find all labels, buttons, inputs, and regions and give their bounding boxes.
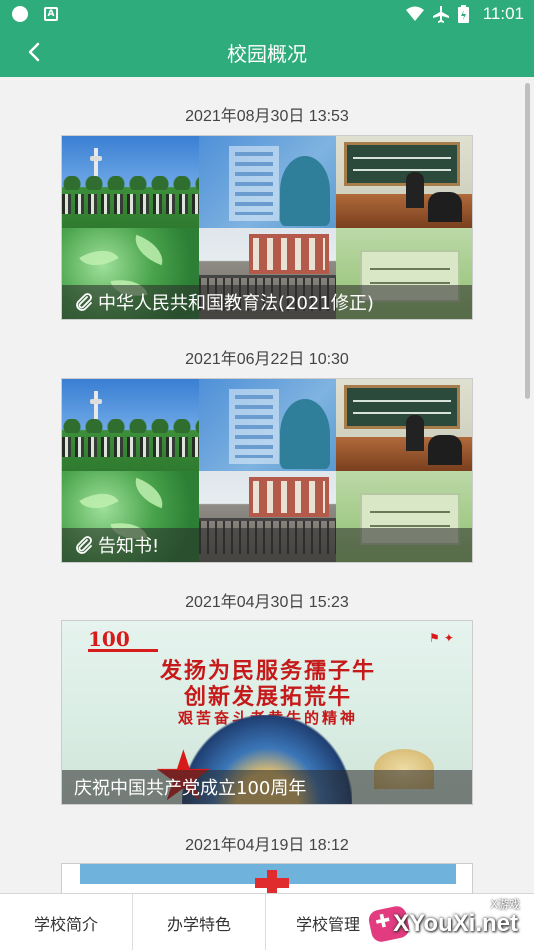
red-cross-icon: [255, 870, 289, 893]
photo-classroom: [336, 379, 472, 471]
post-date: 2021年08月30日 13:53: [185, 108, 349, 125]
news-caption: 庆祝中国共产党成立100周年: [62, 770, 472, 804]
post-date: 2021年04月30日 15:23: [185, 594, 349, 611]
post-date: 2021年06月22日 10:30: [185, 351, 349, 368]
news-feed[interactable]: 2021年08月30日 13:53 中华人民共和国教育法(2021修正) 202…: [0, 77, 534, 893]
news-title: 庆祝中国共产党成立100周年: [74, 778, 307, 799]
wifi-icon: [405, 6, 424, 21]
centenary-logo: 100: [88, 627, 130, 651]
keyboard-a-icon: A: [44, 6, 58, 21]
status-bar: A 11:01: [0, 0, 534, 27]
title-bar: 校园概况: [0, 27, 534, 77]
site-watermark: X游戏 XYouXi.net: [358, 894, 528, 948]
news-title: 告知书!: [98, 536, 160, 557]
post-date: 2021年04月19日 18:12: [185, 837, 349, 854]
paperclip-icon: [76, 536, 92, 554]
photo-classroom: [336, 136, 472, 228]
news-card[interactable]: 中华人民共和国教育法(2021修正): [61, 135, 473, 320]
emblem-icon: ⚑ ✦: [429, 631, 454, 645]
news-title: 中华人民共和国教育法(2021修正): [98, 293, 374, 314]
nav-school-features[interactable]: 办学特色: [133, 894, 266, 950]
watermark-text: XYouXi.net: [393, 910, 518, 937]
news-card[interactable]: 100 ⚑ ✦ 发扬为民服务孺子牛 创新发展拓荒牛 艰苦奋斗老黄牛的精神 ★ 庆…: [61, 620, 473, 805]
photo-school-building: [199, 379, 336, 471]
news-card[interactable]: 告知书!: [61, 378, 473, 563]
news-caption: 中华人民共和国教育法(2021修正): [62, 285, 472, 319]
paperclip-icon: [76, 293, 92, 311]
news-card[interactable]: [61, 863, 473, 893]
nav-school-intro[interactable]: 学校简介: [0, 894, 133, 950]
news-caption: 告知书!: [62, 528, 472, 562]
clock-time: 11:01: [482, 3, 524, 23]
battery-icon: [457, 4, 469, 23]
page-title: 校园概况: [227, 42, 307, 66]
photo-school-building: [199, 136, 336, 228]
notification-dot-icon: [12, 5, 28, 22]
airplane-icon: [432, 5, 449, 23]
photo-sports-field: [62, 379, 199, 471]
photo-sports-field: [62, 136, 199, 228]
